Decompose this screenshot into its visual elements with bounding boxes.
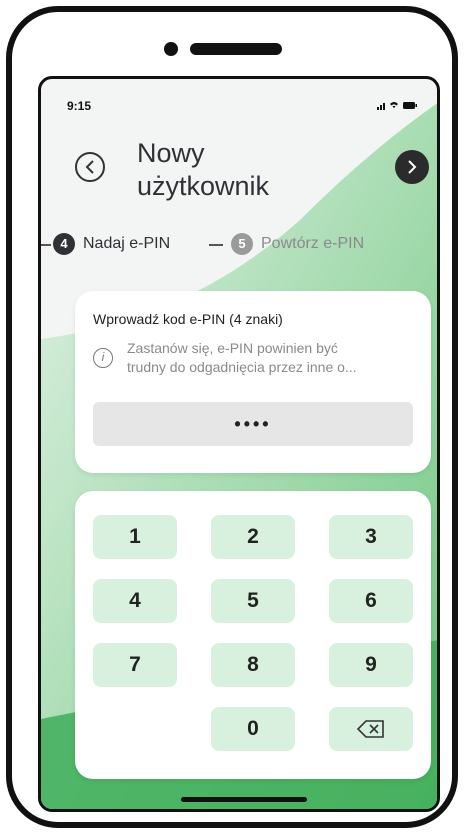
- key-1[interactable]: 1: [93, 515, 177, 559]
- status-bar: 9:15: [41, 79, 437, 113]
- step-number-active: 4: [53, 233, 75, 255]
- key-6[interactable]: 6: [329, 579, 413, 623]
- next-button[interactable]: [395, 150, 429, 184]
- chevron-left-icon: [85, 160, 94, 174]
- pin-hint-line-2: trudny do odgadnięcia przez inne o...: [127, 359, 357, 375]
- title-line-2: użytkownik: [137, 171, 270, 201]
- step-label-active: Nadaj e-PIN: [83, 235, 171, 252]
- key-0[interactable]: 0: [211, 707, 295, 751]
- numeric-keypad: 1 2 3 4 5 6 7 8 9 0: [75, 491, 431, 779]
- key-9[interactable]: 9: [329, 643, 413, 687]
- signal-wifi-battery-icon: [377, 102, 417, 110]
- info-icon: i: [93, 348, 113, 368]
- key-5[interactable]: 5: [211, 579, 295, 623]
- back-button[interactable]: [75, 152, 105, 182]
- home-indicator[interactable]: [181, 797, 307, 802]
- pin-entry-card: Wprowadź kod e-PIN (4 znaki) i Zastanów …: [75, 291, 431, 473]
- status-time: 9:15: [67, 99, 92, 113]
- title-line-1: Nowy: [137, 138, 205, 168]
- pin-card-title: Wprowadź kod e-PIN (4 znaki): [93, 311, 283, 327]
- step-number-next: 5: [231, 233, 253, 255]
- pin-hint-line-1: Zastanów się, e-PIN powinien być: [127, 340, 338, 356]
- key-4[interactable]: 4: [93, 579, 177, 623]
- speaker-grill: [190, 43, 282, 55]
- page-title: Nowy użytkownik: [137, 137, 269, 203]
- key-8[interactable]: 8: [211, 643, 295, 687]
- phone-frame: 9:15 Nowy użytkownik 4 Nadaj e-PIN 5 Pow…: [6, 6, 458, 828]
- step-label-next: Powtórz e-PIN: [261, 235, 365, 252]
- key-2[interactable]: 2: [211, 515, 295, 559]
- chevron-right-icon: [408, 160, 417, 174]
- backspace-icon: [356, 720, 384, 739]
- step-connector: [209, 244, 223, 246]
- status-icons: [377, 99, 417, 114]
- pin-hint: Zastanów się, e-PIN powinien być trudny …: [127, 339, 417, 377]
- app-screen: 9:15 Nowy użytkownik 4 Nadaj e-PIN 5 Pow…: [38, 76, 440, 812]
- key-3[interactable]: 3: [329, 515, 413, 559]
- step-indicator: 4 Nadaj e-PIN 5 Powtórz e-PIN: [41, 233, 437, 257]
- backspace-key[interactable]: [329, 707, 413, 751]
- step-connector: [41, 244, 51, 246]
- camera-dot: [164, 42, 178, 56]
- pin-input[interactable]: ••••: [93, 402, 413, 446]
- key-7[interactable]: 7: [93, 643, 177, 687]
